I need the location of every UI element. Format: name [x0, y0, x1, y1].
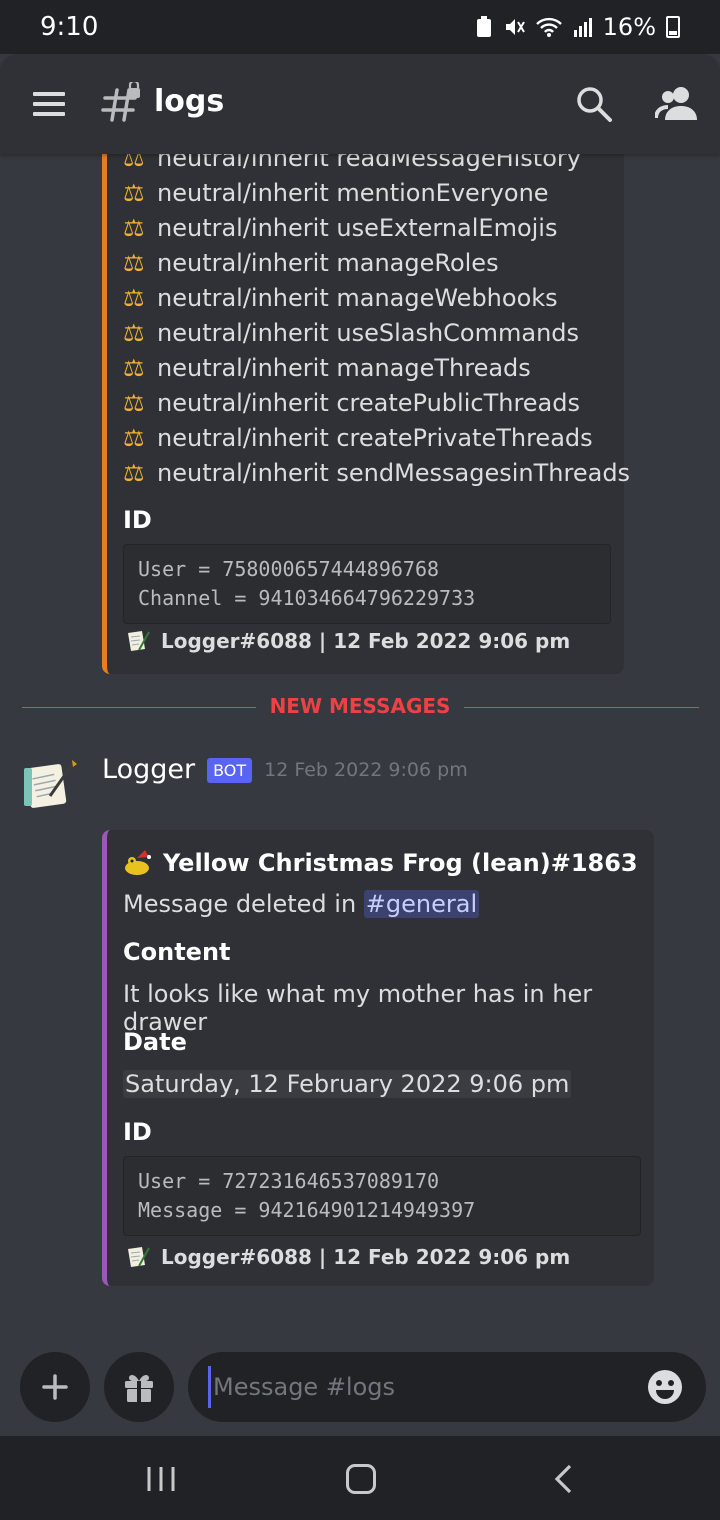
scales-icon: ⚖ [123, 319, 145, 347]
permission-row: ⚖ neutral/inherit createPublicThreads [123, 389, 580, 417]
id-field-label: ID [123, 506, 152, 534]
permission-row: ⚖ neutral/inherit manageWebhooks [123, 284, 558, 312]
embed-author: Yellow Christmas Frog (lean)#1863 [123, 848, 638, 878]
battery-icon [666, 16, 680, 38]
status-icons: 16% [475, 13, 680, 41]
message-timestamp: 12 Feb 2022 9:06 pm [264, 758, 468, 781]
menu-icon[interactable] [33, 92, 65, 116]
search-icon[interactable] [574, 84, 614, 124]
status-bar: 9:10 16% [0, 0, 720, 54]
new-messages-divider [22, 707, 699, 708]
permission-row: ⚖ neutral/inherit useExternalEmojis [123, 214, 558, 242]
permission-row: ⚖ neutral/inherit manageThreads [123, 354, 531, 382]
scales-icon: ⚖ [123, 179, 145, 207]
members-icon[interactable] [655, 84, 699, 124]
system-navigation-bar [0, 1436, 720, 1520]
scales-icon: ⚖ [123, 284, 145, 312]
battery-saver-icon [476, 16, 491, 37]
scales-icon: ⚖ [123, 214, 145, 242]
embed-description: Message deleted in #general [123, 890, 480, 918]
chat-area[interactable]: ⚖ neutral/inherit readMessageHistory ⚖ neu… [0, 154, 720, 1344]
signal-icon [573, 18, 592, 37]
content-field-label: Content [123, 938, 231, 966]
logger-avatar[interactable] [22, 756, 80, 814]
wifi-icon [535, 17, 562, 37]
scales-icon: ⚖ [123, 154, 145, 172]
id-codeblock: User = 758000657444896768 Channel = 9410… [123, 544, 611, 624]
date-field-label: Date [123, 1028, 187, 1056]
id-codeblock: User = 727231646537089170 Message = 9421… [123, 1156, 641, 1236]
recents-icon[interactable] [146, 1466, 176, 1492]
message-header: Logger BOT 12 Feb 2022 9:06 pm [102, 754, 468, 785]
frog-avatar-icon [125, 850, 151, 875]
permission-row: ⚖ neutral/inherit useSlashCommands [123, 319, 580, 347]
date-field-value: Saturday, 12 February 2022 9:06 pm [123, 1070, 572, 1098]
logger-footer-icon [128, 1247, 150, 1267]
embed-footer: Logger#6088 | 12 Feb 2022 9:06 pm [125, 1244, 570, 1270]
status-time: 9:10 [40, 12, 99, 42]
emoji-icon[interactable] [646, 1368, 684, 1406]
id-field-label: ID [123, 1118, 152, 1146]
logger-footer-icon [128, 631, 150, 651]
back-icon[interactable] [552, 1464, 574, 1494]
scales-icon: ⚖ [123, 389, 145, 417]
channel-name: logs [154, 84, 225, 119]
scales-icon: ⚖ [123, 249, 145, 277]
permission-row: ⚖ neutral/inherit mentionEveryone [123, 179, 549, 207]
new-messages-label: NEW MESSAGES [255, 694, 465, 718]
embed-footer: Logger#6088 | 12 Feb 2022 9:06 pm [125, 628, 570, 654]
scales-icon: ⚖ [123, 459, 145, 487]
home-icon[interactable] [346, 1464, 376, 1494]
gift-icon [125, 1374, 153, 1402]
message-author[interactable]: Logger [102, 754, 195, 785]
permission-row: ⚖ neutral/inherit manageRoles [123, 249, 499, 277]
battery-percent: 16% [602, 13, 656, 41]
channel-header: logs [0, 54, 720, 154]
message-input-box[interactable] [188, 1352, 706, 1422]
locked-text-channel-icon [101, 82, 140, 122]
scales-icon: ⚖ [123, 354, 145, 382]
message-composer [0, 1344, 720, 1436]
permission-row: ⚖ neutral/inherit createPrivateThreads [123, 424, 593, 452]
scales-icon: ⚖ [123, 424, 145, 452]
permission-embed: ⚖ neutral/inherit readMessageHistory ⚖ neu… [102, 154, 630, 674]
gift-button[interactable] [104, 1352, 174, 1422]
permission-row: ⚖ neutral/inherit readMessageHistory [123, 154, 581, 172]
content-field-value: It looks like what my mother has in her … [123, 980, 593, 1036]
message-input[interactable] [208, 1366, 628, 1408]
plus-icon [42, 1374, 68, 1400]
channel-mention-general[interactable]: #general [363, 890, 480, 918]
permission-row: ⚖ neutral/inherit sendMessagesinThreads [123, 459, 631, 487]
deleted-message-embed: Yellow Christmas Frog (lean)#1863 Messag… [102, 830, 654, 1286]
bot-tag: BOT [207, 758, 253, 783]
add-attachment-button[interactable] [20, 1352, 90, 1422]
mute-icon [505, 19, 525, 35]
